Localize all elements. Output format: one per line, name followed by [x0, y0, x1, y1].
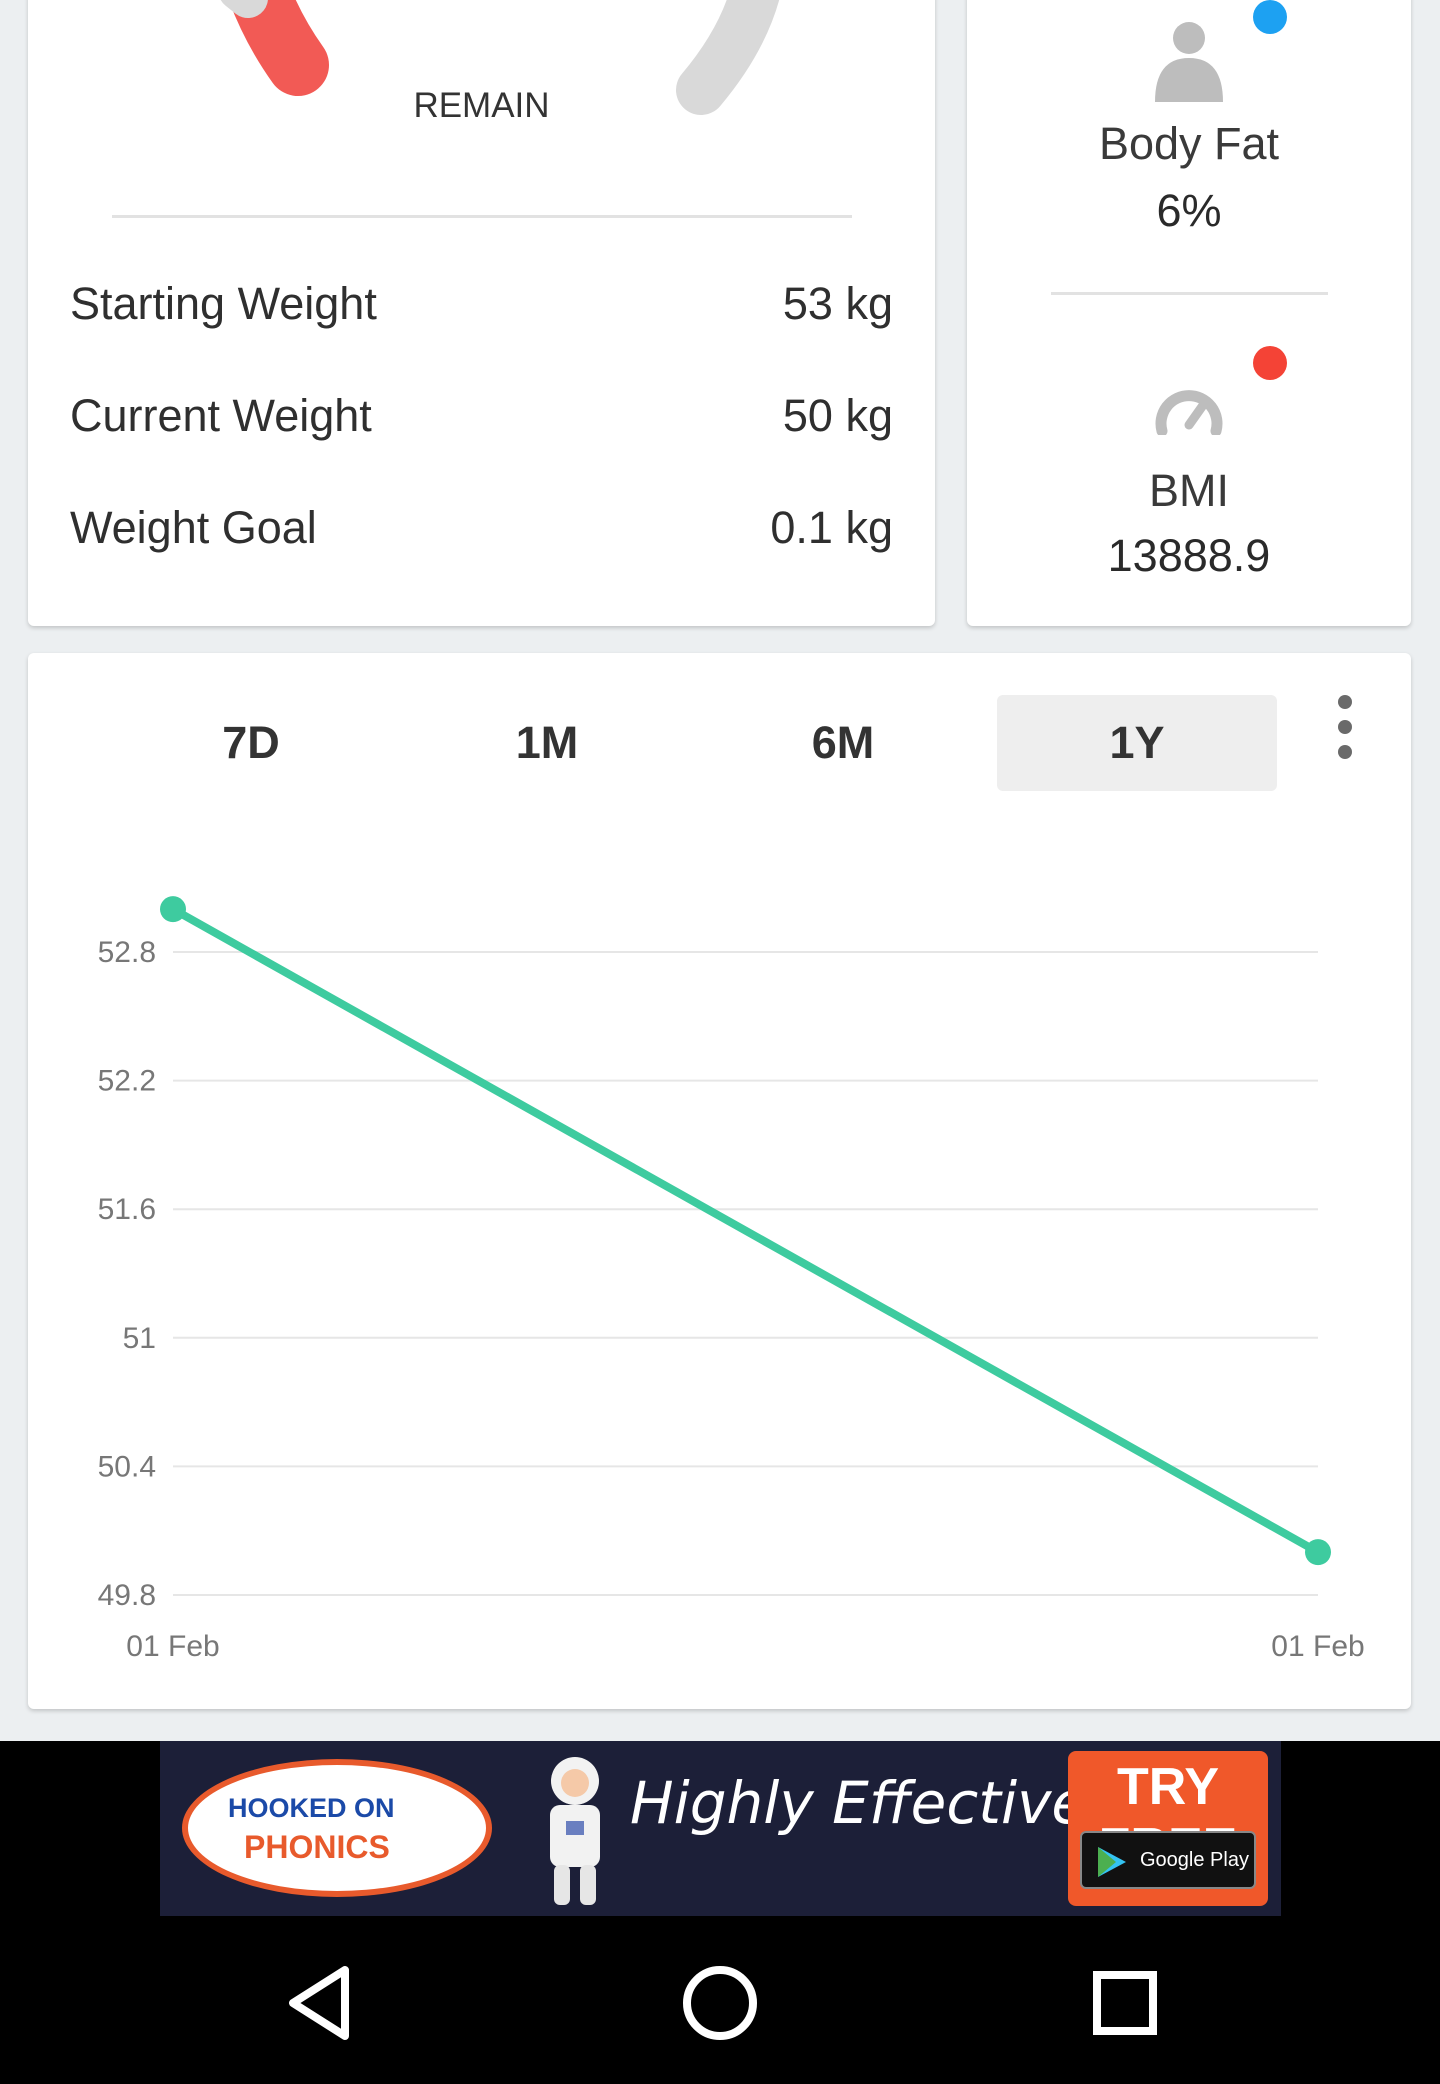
metrics-divider	[1051, 292, 1328, 295]
bmi-value: 13888.9	[1107, 530, 1271, 581]
starting-weight-label: Starting Weight	[70, 278, 377, 329]
ad-logo-line1: HOOKED ON	[228, 1793, 395, 1823]
y-tick-label: 52.2	[98, 1065, 156, 1098]
y-tick-label: 51	[123, 1322, 156, 1355]
body-fat-label: Body Fat	[1098, 118, 1280, 169]
data-point	[160, 896, 186, 923]
y-tick-label: 49.8	[98, 1579, 156, 1612]
ad-banner[interactable]: HOOKED ON PHONICS Highly Effective, TRY …	[160, 1741, 1281, 1916]
ad-headline: Highly Effective,	[630, 1769, 1106, 1837]
back-icon[interactable]	[275, 1958, 365, 2048]
speedometer-icon	[1155, 390, 1223, 435]
play-store-icon	[1098, 1847, 1126, 1877]
person-icon	[1155, 22, 1223, 102]
bmi-status-dot	[1253, 346, 1287, 380]
weight-goal-label: Weight Goal	[70, 502, 317, 553]
remain-label: REMAIN	[413, 86, 550, 125]
current-weight-value: 50 kg	[782, 390, 893, 441]
data-point	[1305, 1539, 1331, 1566]
body-fat-value: 6%	[1156, 185, 1222, 236]
weight-chart-card: 7D 1M 6M 1Y 52.8 52.2 51.6 51 50.4 49.8 01 Feb…	[28, 653, 1411, 1709]
google-play-badge: Google Play	[1080, 1831, 1256, 1889]
weight-goal-value: 0.1 kg	[770, 502, 893, 553]
bmi-label: BMI	[1148, 465, 1229, 516]
body-metrics-card: Body Fat 6% BMI 13888.9	[967, 0, 1411, 626]
current-weight-label: Current Weight	[70, 390, 372, 441]
home-icon[interactable]	[675, 1958, 765, 2048]
ad-cta-button[interactable]: TRY FREE Google Play	[1068, 1751, 1268, 1906]
astronaut-illustration	[550, 1757, 600, 1905]
series-line	[169, 905, 1322, 1557]
x-tick-label: 01 Feb	[126, 1630, 219, 1663]
weight-summary-card: REMAIN Starting Weight 53 kg Current Wei…	[28, 0, 935, 626]
starting-weight-value: 53 kg	[782, 278, 893, 329]
gauge-remaining-arc	[676, 0, 780, 115]
recent-apps-icon[interactable]	[1080, 1958, 1170, 2048]
y-tick-label: 51.6	[98, 1193, 156, 1226]
ad-logo-line2: PHONICS	[244, 1829, 390, 1865]
body-fat-status-dot	[1253, 0, 1287, 34]
y-tick-label: 52.8	[98, 936, 156, 969]
weight-line-chart: 52.8 52.2 51.6 51 50.4 49.8 01 Feb 01 Feb	[98, 896, 1365, 1663]
ad-logo: HOOKED ON PHONICS	[182, 1759, 492, 1897]
weight-divider	[112, 215, 852, 218]
y-tick-label: 50.4	[98, 1450, 156, 1483]
google-play-label: Google Play	[1140, 1849, 1249, 1871]
x-tick-label: 01 Feb	[1271, 1630, 1364, 1663]
